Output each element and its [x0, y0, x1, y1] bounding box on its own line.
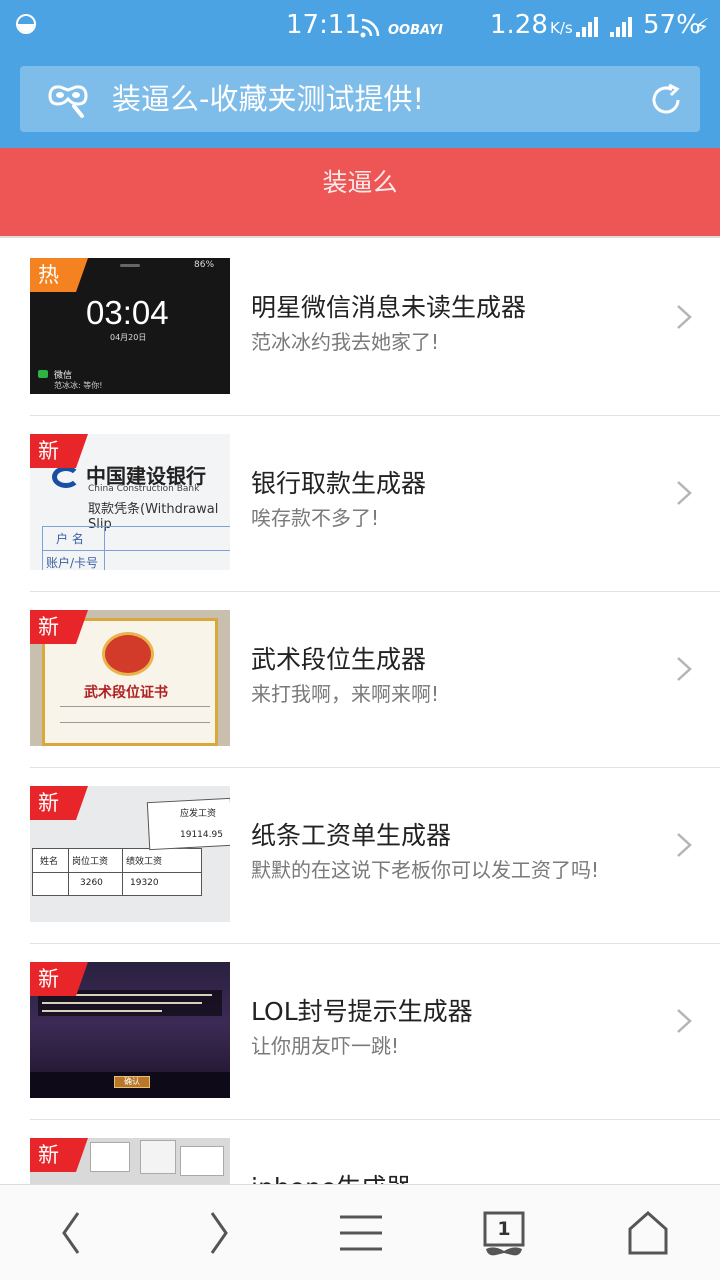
generator-list: 86% 03:04 04月20日 微信 范冰冰: 等你! 热 明星微信消息未读生… [0, 240, 720, 1184]
list-item[interactable]: 86% 03:04 04月20日 微信 范冰冰: 等你! 热 明星微信消息未读生… [0, 240, 720, 416]
signal-icon [610, 15, 638, 37]
item-title: 明星微信消息未读生成器 [251, 293, 527, 322]
item-title: LOL封号提示生成器 [251, 997, 473, 1026]
list-item[interactable]: 新 iphone生成器 [0, 1120, 720, 1184]
status-carrier: OOBAYI [388, 23, 443, 38]
item-subtitle: 默默的在这说下老板你可以发工资了吗! [251, 858, 600, 882]
forward-button[interactable] [188, 1207, 248, 1259]
item-title: 纸条工资单生成器 [251, 821, 452, 850]
page-header: 装逼么 [0, 148, 720, 238]
lock-time: 03:04 [86, 294, 169, 331]
back-button[interactable] [42, 1207, 102, 1259]
hot-badge: 热 [30, 258, 88, 292]
menu-icon [340, 1215, 382, 1251]
thumbnail-certificate: 武术段位证书 新 [30, 610, 230, 746]
browser-toolbar: 装逼么-收藏夹测试提供! [0, 52, 720, 148]
status-speed-unit: K/s [550, 19, 573, 37]
item-subtitle: 让你朋友吓一跳! [251, 1034, 400, 1058]
mask-search-icon[interactable] [46, 80, 90, 120]
tabs-button[interactable]: 1 [474, 1207, 534, 1259]
new-badge: 新 [30, 434, 88, 468]
item-title: 银行取款生成器 [251, 469, 427, 498]
thumbnail-bank-slip: 中国建设银行 China Construction Bank 取款凭条(With… [30, 434, 230, 570]
chevron-right-icon [677, 481, 692, 505]
item-subtitle: 来打我啊，来啊来啊! [251, 682, 440, 706]
charging-icon: ⚡ [694, 15, 710, 40]
new-badge: 新 [30, 786, 88, 820]
item-title: 武术段位生成器 [251, 645, 427, 674]
battery-percent: 57% [643, 10, 701, 40]
new-badge: 新 [30, 1138, 88, 1172]
address-bar[interactable]: 装逼么-收藏夹测试提供! [20, 66, 700, 132]
address-text[interactable]: 装逼么-收藏夹测试提供! [112, 80, 424, 118]
thumbnail-iphone: 新 [30, 1138, 230, 1184]
tab-count: 1 [497, 1218, 511, 1240]
thumbnail-lockscreen: 86% 03:04 04月20日 微信 范冰冰: 等你! 热 [30, 258, 230, 394]
refresh-icon[interactable] [648, 82, 684, 118]
new-badge: 新 [30, 610, 88, 644]
status-circle-icon [16, 14, 36, 34]
status-speed: 1.28 [490, 10, 548, 40]
new-badge: 新 [30, 962, 88, 996]
page-title: 装逼么 [322, 168, 398, 197]
chevron-right-icon [677, 1009, 692, 1033]
list-item[interactable]: 确认 新 LOL封号提示生成器 让你朋友吓一跳! [0, 944, 720, 1120]
item-subtitle: 唉存款不多了! [251, 506, 380, 530]
forward-icon [210, 1212, 228, 1254]
item-subtitle: 范冰冰约我去她家了! [251, 330, 440, 354]
back-icon [62, 1212, 80, 1254]
signal-icon [576, 15, 604, 37]
thumbnail-pay-slip: 姓名 岗位工资 绩效工资 3260 19320 应发工资 19114.95 新 [30, 786, 230, 922]
item-title: iphone生成器 [251, 1172, 411, 1184]
thumbnail-lol-ban: 确认 新 [30, 962, 230, 1098]
list-item[interactable]: 中国建设银行 China Construction Bank 取款凭条(With… [0, 416, 720, 592]
list-item[interactable]: 姓名 岗位工资 绩效工资 3260 19320 应发工资 19114.95 新 … [0, 768, 720, 944]
bottom-navigation: 1 [0, 1184, 720, 1280]
status-time: 17:11 [286, 10, 361, 40]
menu-button[interactable] [330, 1207, 390, 1259]
home-button[interactable] [618, 1207, 678, 1259]
chevron-right-icon [677, 833, 692, 857]
chevron-right-icon [677, 305, 692, 329]
list-item[interactable]: 武术段位证书 新 武术段位生成器 来打我啊，来啊来啊! [0, 592, 720, 768]
wifi-icon [360, 14, 382, 46]
home-icon [628, 1210, 668, 1255]
status-bar: 17:11 OOBAYI 1.28 K/s 57% ⚡ [0, 0, 720, 52]
chevron-right-icon [677, 657, 692, 681]
